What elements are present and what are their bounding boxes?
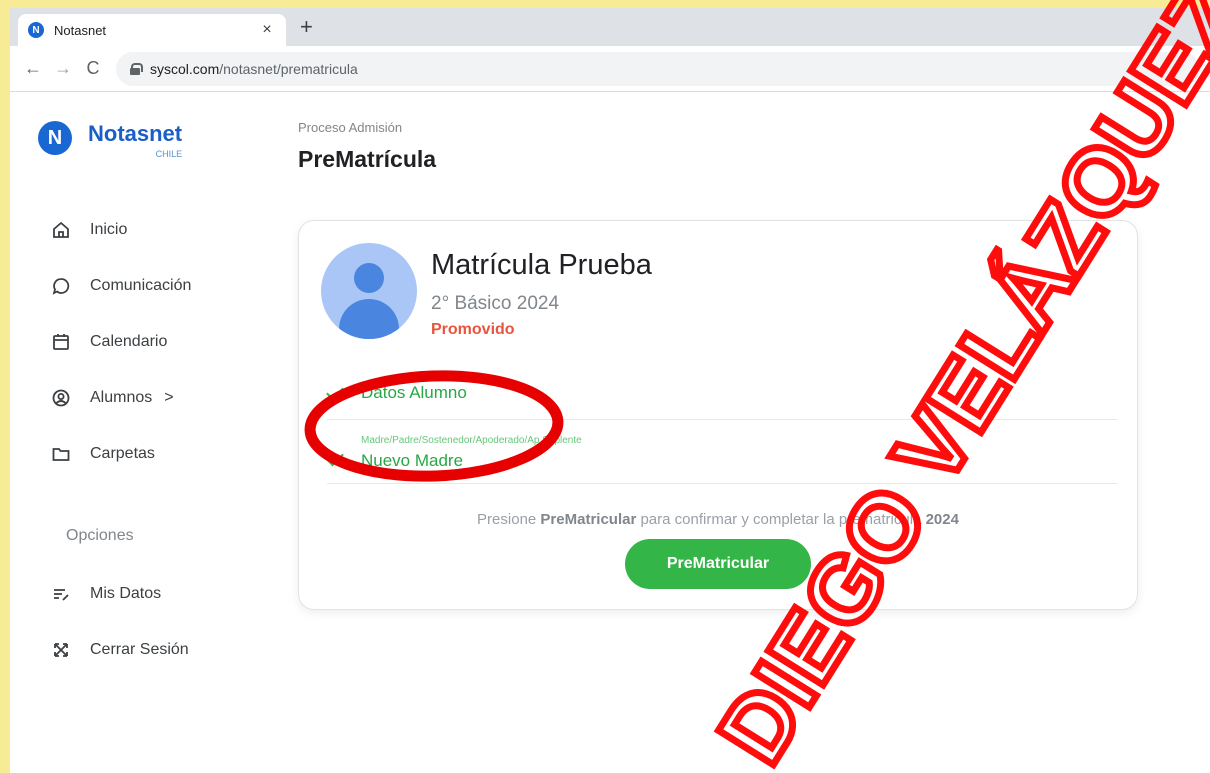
user-circle-icon	[50, 387, 72, 409]
sidebar-item-label: Calendario	[90, 333, 168, 350]
sidebar-item-calendario[interactable]: Calendario	[50, 331, 167, 353]
app-frame: N Notasnet × + ← → C syscol.com/notasnet…	[10, 8, 1210, 773]
url-host: syscol.com	[150, 60, 220, 77]
url-text: syscol.com/notasnet/prematricula	[150, 61, 358, 77]
sidebar: N Notasnet CHILE Inicio Comunicación Cal…	[10, 93, 240, 773]
avatar	[321, 243, 417, 339]
sidebar-item-label: Carpetas	[90, 445, 155, 462]
folder-icon	[50, 443, 72, 465]
home-icon	[50, 219, 72, 241]
sidebar-item-label: Cerrar Sesión	[90, 641, 189, 658]
url-path: /notasnet/prematricula	[219, 60, 358, 77]
hint-prefix: Presione	[477, 511, 541, 528]
calendar-icon	[50, 331, 72, 353]
sidebar-item-inicio[interactable]: Inicio	[50, 219, 127, 241]
sidebar-item-comunicacion[interactable]: Comunicación	[50, 275, 191, 297]
sidebar-item-label: Alumnos	[90, 389, 153, 406]
logout-icon	[50, 639, 72, 661]
lock-icon	[130, 62, 143, 75]
reload-icon[interactable]: C	[78, 58, 108, 79]
brand[interactable]: N Notasnet CHILE	[38, 121, 182, 159]
sidebar-item-alumnos[interactable]: Alumnos >	[50, 387, 174, 409]
page-title: PreMatrícula	[298, 146, 437, 172]
new-tab-button[interactable]: +	[300, 16, 313, 38]
breadcrumb: Proceso Admisión	[298, 120, 403, 135]
hint-year: 2024	[925, 511, 959, 528]
chevron-right-icon: >	[164, 389, 174, 406]
status-badge: Promovido	[431, 321, 515, 338]
sidebar-item-label: Inicio	[90, 221, 128, 238]
browser-tab[interactable]: N Notasnet ×	[18, 14, 286, 46]
sidebar-item-cerrar-sesion[interactable]: Cerrar Sesión	[50, 639, 189, 661]
prematricular-button[interactable]: PreMatricular	[625, 539, 811, 589]
hint-bold: PreMatricular	[540, 511, 637, 528]
sidebar-item-label: Mis Datos	[90, 585, 162, 602]
forward-arrow-icon[interactable]: →	[48, 58, 78, 79]
red-circle-annotation	[304, 370, 564, 482]
close-tab-icon[interactable]: ×	[258, 21, 276, 39]
brand-name: Notasnet	[88, 121, 183, 146]
instruction-text: Presione PreMatricular para confirmar y …	[299, 511, 1137, 528]
sidebar-item-mis-datos[interactable]: Mis Datos	[50, 583, 161, 605]
sidebar-item-label: Comunicación	[90, 277, 192, 294]
browser-tabstrip: N Notasnet × +	[10, 8, 1210, 46]
back-arrow-icon[interactable]: ←	[18, 58, 48, 79]
brand-country: CHILE	[155, 149, 183, 159]
hint-middle: para confirmar y completar la prematricu…	[636, 511, 926, 528]
edit-list-icon	[50, 583, 72, 605]
notasnet-favicon-icon: N	[28, 22, 44, 38]
student-name: Matrícula Prueba	[431, 249, 652, 281]
notasnet-logo-icon: N	[38, 121, 72, 155]
student-grade: 2° Básico 2024	[431, 293, 560, 314]
sidebar-section-label: Opciones	[66, 527, 134, 544]
chat-bubble-icon	[50, 275, 72, 297]
avatar-body-icon	[339, 299, 399, 339]
browser-toolbar: ← → C syscol.com/notasnet/prematricula	[10, 46, 1210, 92]
sidebar-item-carpetas[interactable]: Carpetas	[50, 443, 155, 465]
address-bar[interactable]: syscol.com/notasnet/prematricula	[116, 51, 1200, 86]
tab-title: Notasnet	[54, 22, 107, 38]
avatar-head-icon	[354, 263, 384, 293]
